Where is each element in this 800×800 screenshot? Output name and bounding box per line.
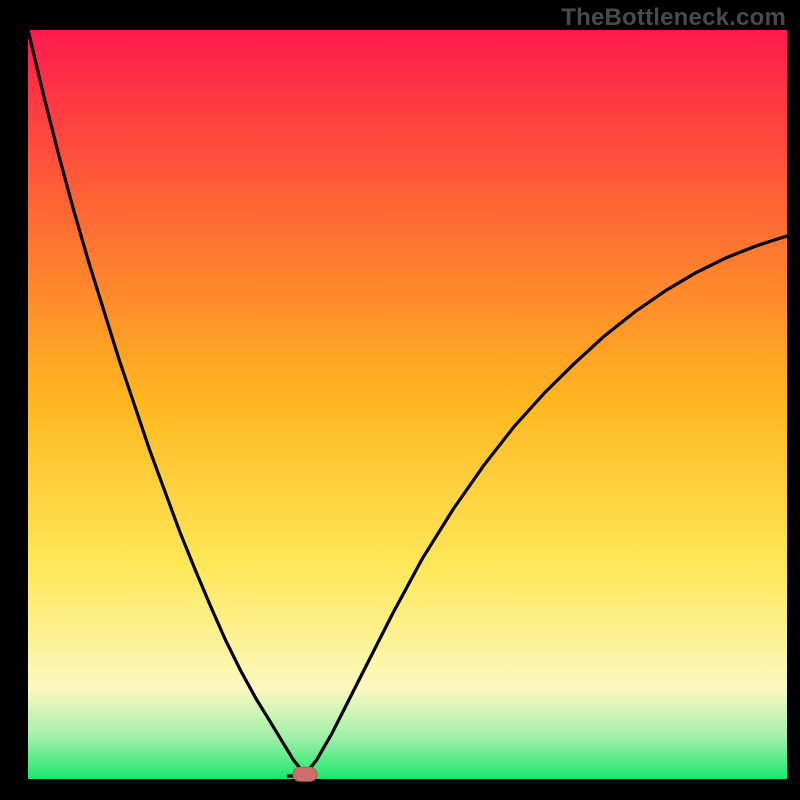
plot-background [28,30,787,779]
minimum-marker [293,767,317,781]
bottleneck-plot [0,0,800,800]
watermark-text: TheBottleneck.com [561,4,786,32]
chart-frame: TheBottleneck.com [0,0,800,800]
